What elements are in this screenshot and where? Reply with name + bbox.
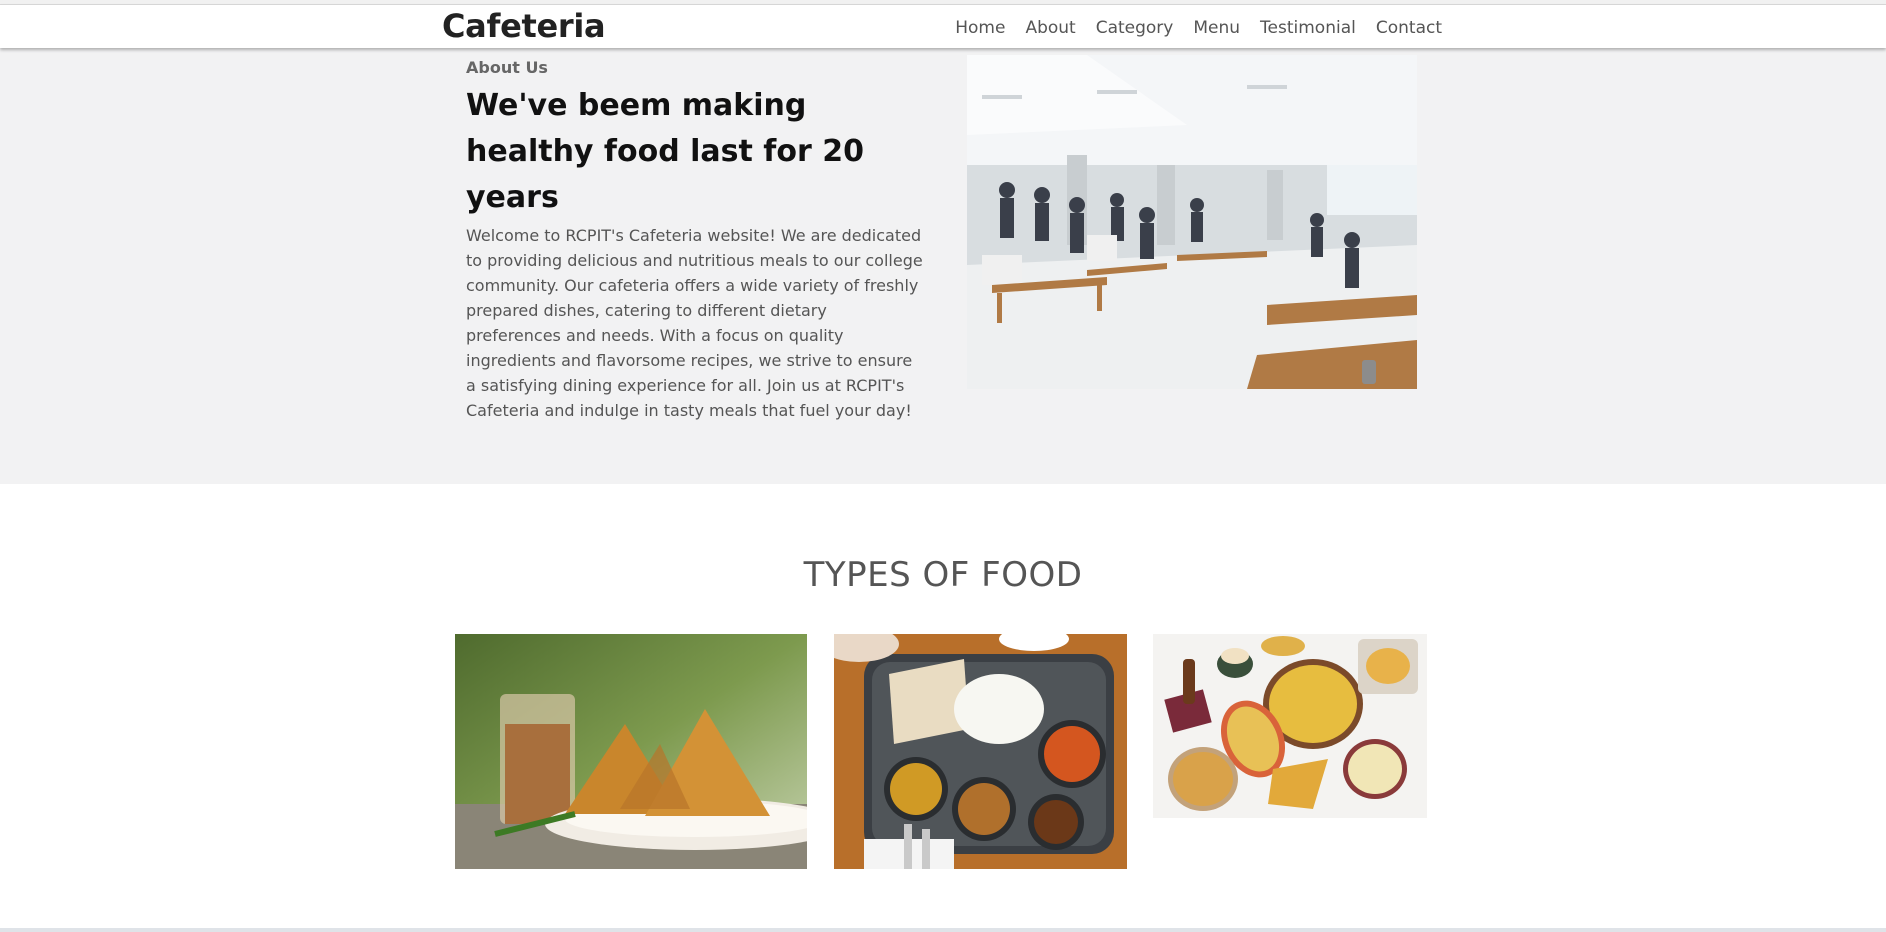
- nav-link-testimonial[interactable]: Testimonial: [1260, 18, 1356, 38]
- nav-link-menu[interactable]: Menu: [1193, 18, 1240, 38]
- food-image-samosa-chai[interactable]: [455, 634, 807, 869]
- nav-link-about[interactable]: About: [1025, 18, 1075, 38]
- about-description: Welcome to RCPIT's Cafeteria website! We…: [466, 226, 923, 420]
- site-logo[interactable]: Cafeteria: [442, 7, 606, 45]
- nav-link-home[interactable]: Home: [955, 18, 1005, 38]
- navbar: Cafeteria Home About Category Menu Testi…: [0, 5, 1886, 48]
- about-heading: We've beem making healthy food last for …: [466, 88, 864, 215]
- page-bottom-edge: [0, 928, 1886, 932]
- main-nav: Home About Category Menu Testimonial Con…: [935, 18, 1442, 38]
- food-image-thali[interactable]: [834, 634, 1127, 869]
- cafeteria-interior-photo: [967, 55, 1417, 389]
- about-section: About Us We've beem making healthy food …: [0, 48, 1886, 484]
- nav-link-category[interactable]: Category: [1096, 18, 1174, 38]
- types-of-food-title: TYPES OF FOOD: [803, 555, 1083, 595]
- food-image-snacks[interactable]: [1153, 634, 1427, 818]
- nav-link-contact[interactable]: Contact: [1376, 18, 1442, 38]
- about-eyebrow: About Us: [466, 58, 548, 77]
- about-text-block: About Us We've beem making healthy food …: [466, 58, 926, 423]
